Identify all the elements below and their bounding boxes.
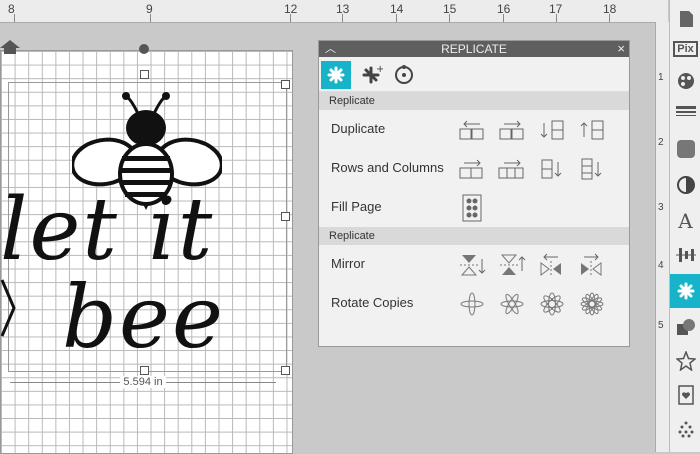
mirror-left-button[interactable] (537, 251, 567, 279)
partial-shape[interactable] (0, 278, 18, 338)
rows-two-button[interactable] (537, 155, 567, 183)
rotate-copies-3-button[interactable] (497, 290, 527, 318)
toolbar-align-icon[interactable] (670, 240, 700, 270)
toolbar-page-icon[interactable] (670, 4, 700, 34)
rotate-circle-icon (395, 65, 413, 84)
selection-handle[interactable] (281, 212, 290, 221)
duplicate-left-button[interactable] (457, 116, 487, 144)
duplicate-down-icon (540, 120, 564, 140)
duplicate-up-button[interactable] (577, 116, 607, 144)
tab-rotate[interactable] (389, 61, 419, 89)
mirror-left-icon (540, 253, 561, 277)
rows-columns-label: Rows and Columns (331, 160, 444, 175)
top-ruler: 8 9 12 13 14 15 16 17 18 (0, 0, 668, 23)
section-header: Replicate (319, 92, 629, 110)
selection-handle[interactable] (281, 366, 290, 375)
rotate-four-icon (540, 292, 564, 316)
panel-title: REPLICATE (441, 42, 507, 56)
duplicate-right-icon (499, 120, 524, 140)
rows-three-icon (581, 158, 602, 180)
row-fill-page: Fill Page (319, 188, 629, 227)
toolbar-lines-icon[interactable] (670, 98, 700, 128)
art-text-line1[interactable]: let it (0, 180, 214, 280)
ruler-number: 3 (658, 202, 664, 213)
toolbar-pix-icon[interactable]: Pix (670, 34, 700, 64)
row-duplicate: Duplicate (319, 110, 629, 149)
svg-text:+: + (376, 64, 383, 75)
ruler-number: 1 (658, 72, 664, 83)
toolbar-palette-icon[interactable] (670, 66, 700, 96)
section-header: Replicate (319, 227, 629, 245)
replicate-panel: ︿ REPLICATE × + Replicate Duplicate Rows… (318, 40, 630, 347)
columns-three-icon (498, 159, 524, 179)
art-text-line2[interactable]: bee (62, 268, 225, 368)
sparkle-replicate-icon: + (362, 64, 383, 84)
rows-columns-2x-button[interactable] (457, 155, 487, 183)
close-icon[interactable]: × (617, 41, 625, 57)
toolbar-library-icon[interactable] (670, 380, 700, 410)
rotate-copies-2-button[interactable] (457, 290, 487, 318)
duplicate-left-icon (459, 120, 484, 140)
ruler-number: 5 (658, 320, 664, 331)
duplicate-label: Duplicate (331, 121, 386, 136)
rows-two-icon (541, 159, 562, 179)
row-rotate-copies: Rotate Copies (319, 284, 629, 323)
mirror-right-button[interactable] (577, 251, 607, 279)
toolbar-replicate-icon[interactable] (670, 274, 700, 308)
toolbar-contrast-icon[interactable] (670, 170, 700, 200)
mirror-down-button[interactable] (457, 251, 487, 279)
panel-tabs: + (319, 57, 629, 92)
row-mirror: Mirror (319, 245, 629, 284)
row-rows-columns: Rows and Columns (319, 149, 629, 188)
toolbar-dots-icon[interactable] (670, 414, 700, 444)
selection-handle[interactable] (281, 80, 290, 89)
columns-two-icon (459, 159, 483, 179)
mirror-label: Mirror (331, 256, 365, 271)
panel-title-bar[interactable]: ︿ REPLICATE × (319, 41, 629, 57)
rows-columns-3x-button[interactable] (497, 155, 527, 183)
rotate-copies-6-button[interactable] (577, 290, 607, 318)
rows-three-button[interactable] (577, 155, 607, 183)
duplicate-down-button[interactable] (537, 116, 567, 144)
mirror-up-button[interactable] (497, 251, 527, 279)
width-value: 5.594 in (120, 376, 166, 388)
replicate-icon (327, 66, 345, 84)
mirror-right-icon (581, 253, 602, 277)
rotate-copies-label: Rotate Copies (331, 295, 414, 310)
rotate-three-icon (500, 293, 524, 315)
mirror-up-icon (500, 254, 526, 275)
mat-arrow-icon[interactable] (0, 40, 20, 54)
toolbar-modify-icon[interactable] (670, 312, 700, 342)
toolbar-star-icon[interactable] (670, 346, 700, 376)
width-label: 5.594 in (10, 376, 276, 390)
duplicate-up-icon (580, 120, 604, 140)
fill-page-icon (462, 194, 482, 222)
side-ruler: 1 2 3 4 5 (655, 22, 670, 452)
ruler-number: 2 (658, 137, 664, 148)
right-toolbar: Pix A (669, 0, 700, 452)
rotate-copies-4-button[interactable] (537, 290, 567, 318)
toolbar-fill-icon[interactable] (670, 134, 700, 164)
tab-replicate-effects[interactable]: + (357, 61, 387, 89)
rotate-two-icon (460, 292, 484, 316)
rotate-handle[interactable] (139, 44, 149, 54)
toolbar-text-icon[interactable]: A (670, 206, 700, 236)
duplicate-right-button[interactable] (497, 116, 527, 144)
mirror-down-icon (460, 255, 486, 276)
collapse-icon[interactable]: ︿ (325, 41, 336, 57)
tab-replicate[interactable] (321, 61, 351, 89)
fill-page-button[interactable] (457, 194, 487, 222)
selection-handle[interactable] (140, 70, 149, 79)
rotate-six-icon (580, 292, 604, 316)
fill-page-label: Fill Page (331, 199, 382, 214)
ruler-number: 4 (658, 260, 664, 271)
